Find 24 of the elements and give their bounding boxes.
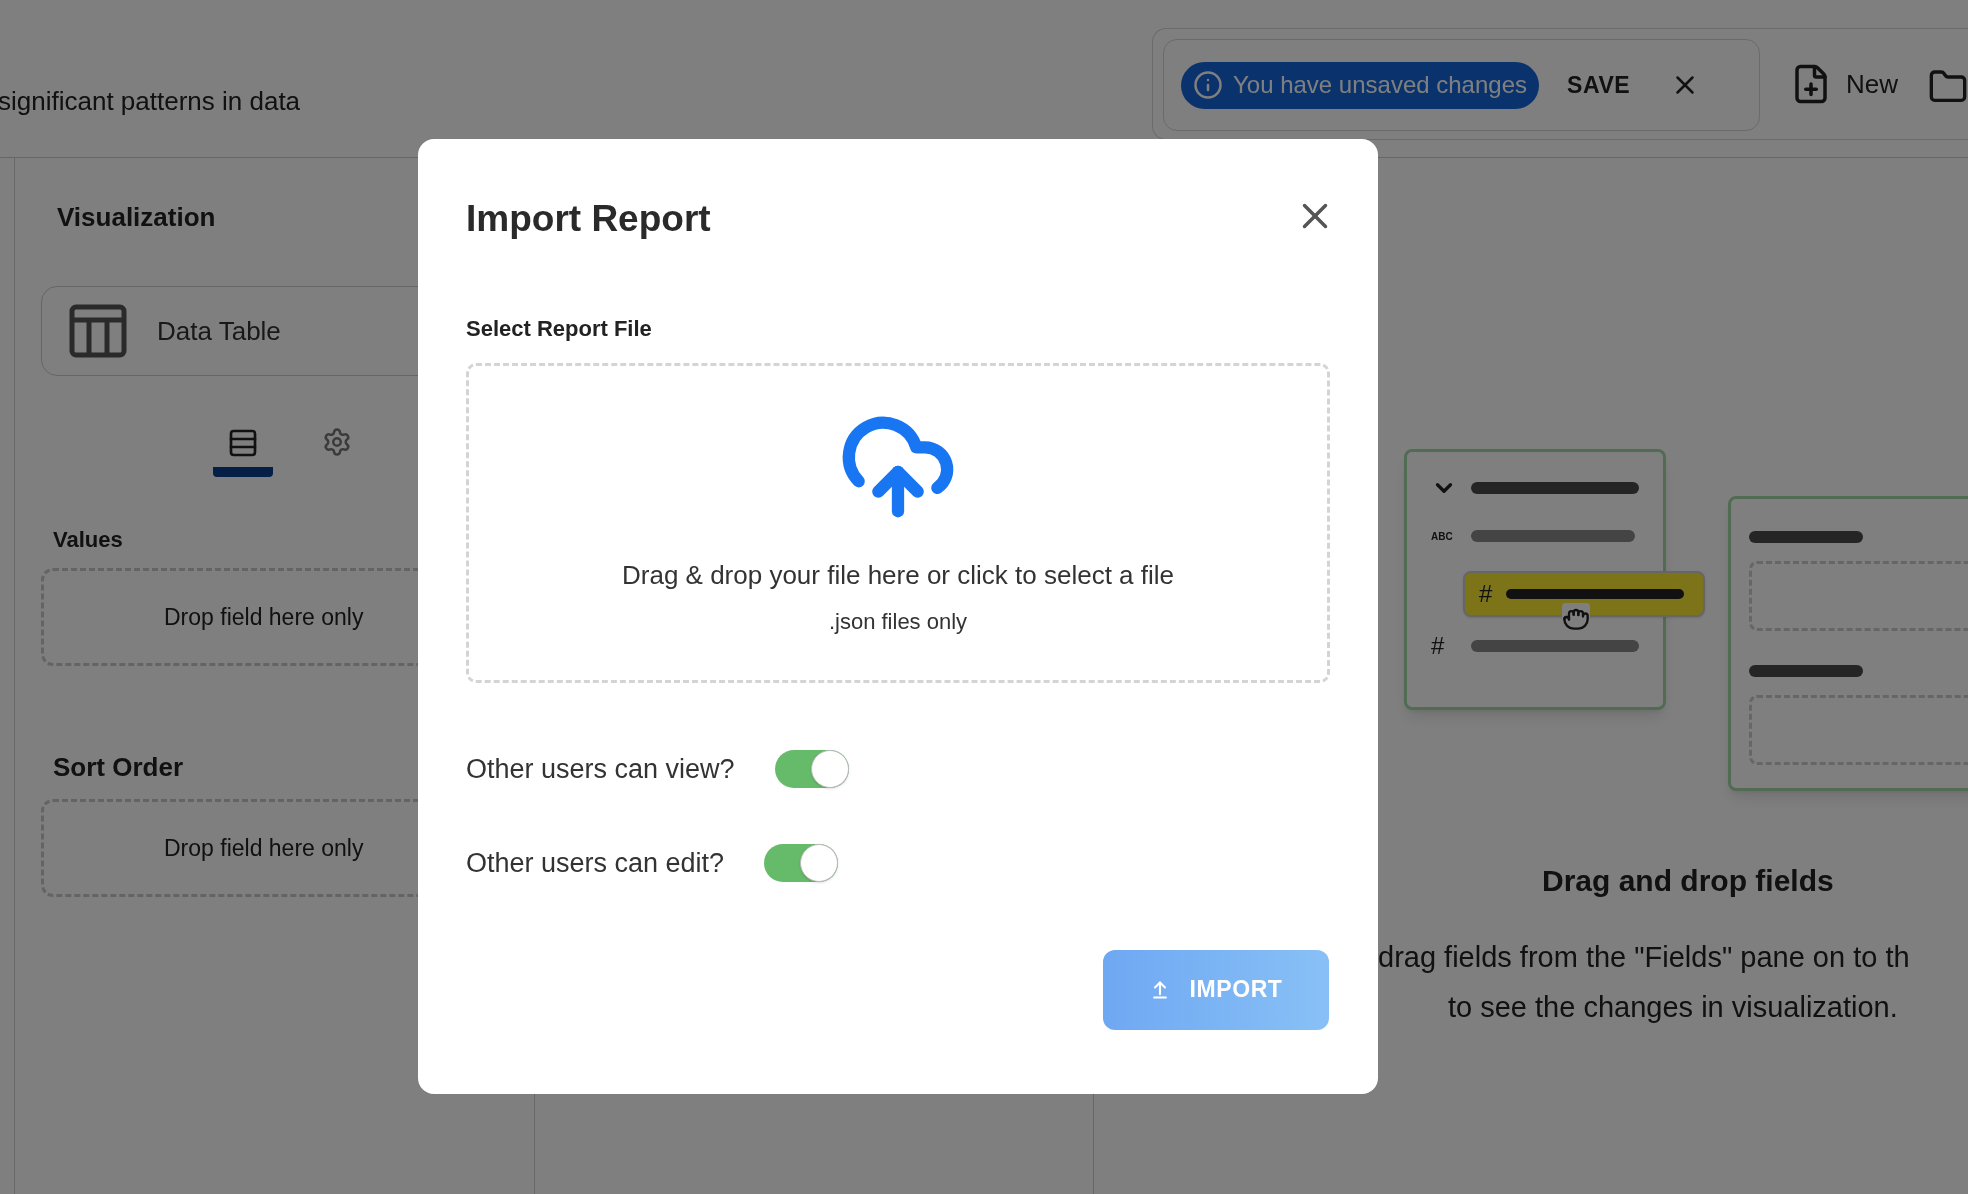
save-button[interactable]: SAVE [1567, 67, 1631, 103]
empty-state-text: drag fields from the "Fields" pane on to th [1378, 940, 1910, 975]
drop-zone-hint: .json files only [828, 607, 968, 636]
file-drop-zone[interactable]: Drag & drop your file here or click to select a file .json files only [466, 362, 1330, 683]
dragged-field: # [1463, 571, 1705, 617]
hand-icon [1562, 603, 1590, 631]
toggle-switch[interactable] [764, 844, 839, 883]
section-label: Values [53, 527, 123, 552]
panel-title: Visualization [57, 202, 216, 232]
fields-tab[interactable] [213, 427, 273, 477]
type-label: # [1431, 631, 1446, 661]
toggle-switch[interactable] [774, 749, 849, 788]
gear-icon [322, 427, 352, 457]
section-label: Sort Order [53, 752, 184, 782]
dialog-title: Import Report [466, 197, 711, 241]
table-icon [69, 304, 127, 358]
empty-state-text: to see the changes in visualization. [1448, 990, 1898, 1025]
info-icon [1193, 70, 1223, 100]
toggle-label: Other users can view? [466, 752, 735, 786]
unsaved-changes-badge: You have unsaved changes [1181, 61, 1539, 109]
rows-icon [227, 427, 259, 459]
new-button[interactable]: New [1790, 63, 1898, 105]
type-label: ABC [1431, 529, 1454, 544]
empty-state-title: Drag and drop fields [1542, 863, 1834, 899]
